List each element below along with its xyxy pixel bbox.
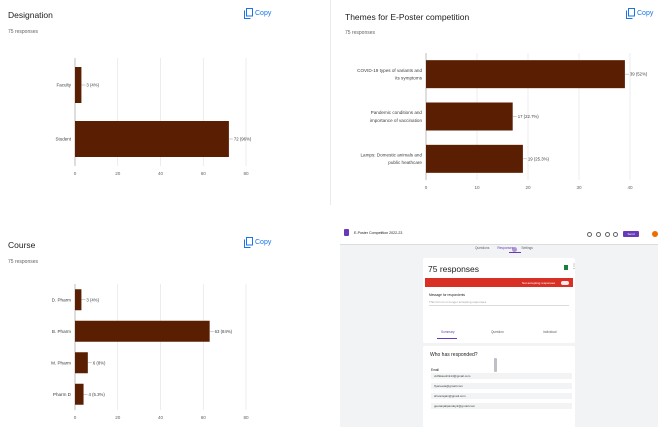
bar bbox=[426, 60, 625, 89]
tab-settings[interactable]: Settings bbox=[521, 246, 533, 250]
category-label: public heathcare bbox=[388, 160, 422, 165]
x-tick-label: 40 bbox=[627, 185, 633, 190]
x-tick-label: 0 bbox=[74, 415, 77, 420]
data-label: 4 (5.3%) bbox=[89, 392, 106, 397]
x-tick-label: 10 bbox=[474, 185, 480, 190]
subtab-question[interactable]: Question bbox=[491, 330, 504, 334]
accepting-responses-bar: Not accepting responses bbox=[425, 278, 573, 287]
undo-icon[interactable] bbox=[605, 232, 610, 237]
data-label: 63 (84%) bbox=[215, 329, 233, 334]
category-label: D. Pharm bbox=[52, 297, 72, 302]
subtab-summary[interactable]: Summary bbox=[441, 330, 455, 334]
forms-screenshot: E-Poster Competition 2022-23 Send Questi… bbox=[340, 222, 658, 427]
who-responded-card: Who has responded? Email vidhikaushik14@… bbox=[423, 346, 575, 427]
x-tick-label: 30 bbox=[576, 185, 582, 190]
email-row: shivansjain@gmail.com bbox=[431, 393, 572, 399]
x-tick-label: 0 bbox=[425, 185, 428, 190]
subtab-indicator bbox=[437, 338, 457, 339]
data-label: 17 (22.7%) bbox=[518, 114, 540, 119]
message-label: Message for respondents bbox=[429, 293, 465, 297]
forms-topbar: E-Poster Competition 2022-23 Send bbox=[340, 222, 658, 245]
data-label: 39 (52%) bbox=[630, 72, 648, 77]
responses-card: 75 responses ⋮ Not accepting responses M… bbox=[423, 258, 577, 343]
active-tab-indicator bbox=[509, 252, 521, 253]
send-button[interactable]: Send bbox=[623, 231, 639, 237]
x-tick-label: 80 bbox=[243, 415, 249, 420]
x-tick-label: 60 bbox=[201, 415, 207, 420]
category-label: its symptoms bbox=[395, 76, 423, 81]
form-title: E-Poster Competition 2022-23 bbox=[354, 231, 403, 235]
message-input[interactable]: This form is no longer accepting respons… bbox=[429, 300, 486, 304]
email-label: Email bbox=[431, 368, 439, 372]
question-heading: Who has responded? bbox=[430, 352, 478, 358]
accepting-toggle[interactable] bbox=[561, 280, 569, 285]
category-label: Pandemic conditions and bbox=[371, 110, 423, 115]
preview-icon[interactable] bbox=[596, 232, 601, 237]
scrollbar[interactable] bbox=[494, 358, 497, 372]
category-label: importance of vaccination bbox=[370, 118, 423, 123]
forms-tabs: Questions Responses Settings bbox=[475, 246, 533, 250]
category-label: COVID-19 types of variants and bbox=[357, 68, 422, 73]
data-label: 3 (4%) bbox=[86, 297, 99, 302]
category-label: Pharm D bbox=[53, 392, 72, 397]
sheets-icon[interactable] bbox=[564, 265, 568, 270]
course-chart: 0 20 40 60 80 3 (4%) D. Pharm 63 (84%) B. Pharm 6… bbox=[51, 284, 249, 420]
email-row: vidhikaushik14@gmail.com bbox=[431, 373, 572, 379]
data-label: 6 (8%) bbox=[93, 360, 106, 365]
category-label: Lamps: Domestic animals and bbox=[360, 152, 422, 157]
email-row: geetanjalipandey2@gmail.com bbox=[431, 403, 572, 409]
email-row: fiyaneeta@gmail.com bbox=[431, 383, 572, 389]
subtab-individual[interactable]: Individual bbox=[543, 330, 556, 334]
tab-questions[interactable]: Questions bbox=[475, 246, 489, 250]
forms-logo-icon bbox=[344, 229, 349, 236]
category-label: B. Pharm bbox=[52, 329, 71, 334]
bar bbox=[426, 102, 513, 131]
data-label: 19 (25.3%) bbox=[528, 156, 550, 161]
bar bbox=[75, 320, 210, 342]
message-underline bbox=[429, 305, 569, 306]
bar bbox=[75, 352, 88, 374]
bar bbox=[75, 383, 84, 405]
avatar[interactable] bbox=[652, 231, 658, 237]
category-label: M. Pharm bbox=[51, 360, 71, 365]
redo-icon[interactable] bbox=[613, 232, 618, 237]
bar bbox=[75, 289, 82, 311]
accepting-label: Not accepting responses bbox=[521, 280, 555, 285]
x-tick-label: 20 bbox=[525, 185, 531, 190]
tab-responses[interactable]: Responses bbox=[497, 246, 513, 250]
bar bbox=[426, 144, 523, 173]
palette-icon[interactable] bbox=[587, 232, 592, 237]
x-tick-label: 40 bbox=[158, 415, 164, 420]
responses-heading: 75 responses bbox=[428, 264, 480, 274]
x-tick-label: 20 bbox=[115, 415, 121, 420]
more-options-icon[interactable]: ⋮ bbox=[571, 263, 577, 270]
